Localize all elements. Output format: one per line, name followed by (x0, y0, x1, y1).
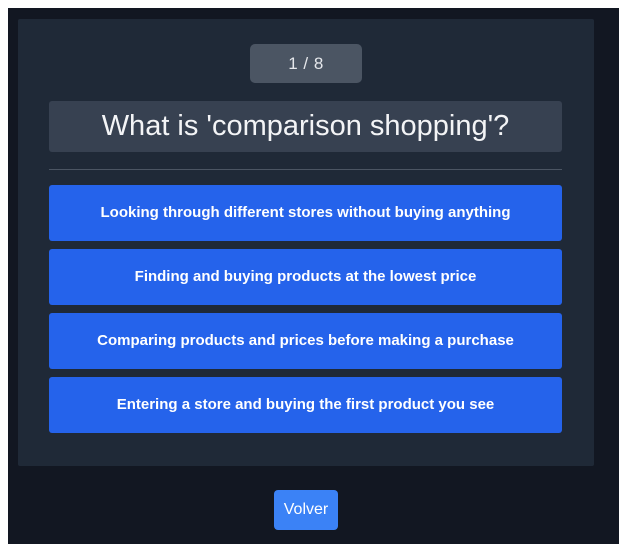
question-divider (49, 169, 562, 170)
quiz-page: 1 / 8 What is 'comparison shopping'? Loo… (8, 8, 619, 544)
answer-options: Looking through different stores without… (49, 185, 562, 441)
answer-option-3[interactable]: Comparing products and prices before mak… (49, 313, 562, 369)
question-progress-badge: 1 / 8 (250, 44, 362, 83)
question-text: What is 'comparison shopping'? (49, 101, 562, 152)
answer-option-2[interactable]: Finding and buying products at the lowes… (49, 249, 562, 305)
quiz-card: 1 / 8 What is 'comparison shopping'? Loo… (18, 19, 594, 466)
answer-option-4[interactable]: Entering a store and buying the first pr… (49, 377, 562, 433)
answer-option-1[interactable]: Looking through different stores without… (49, 185, 562, 241)
back-button[interactable]: Volver (274, 490, 338, 530)
